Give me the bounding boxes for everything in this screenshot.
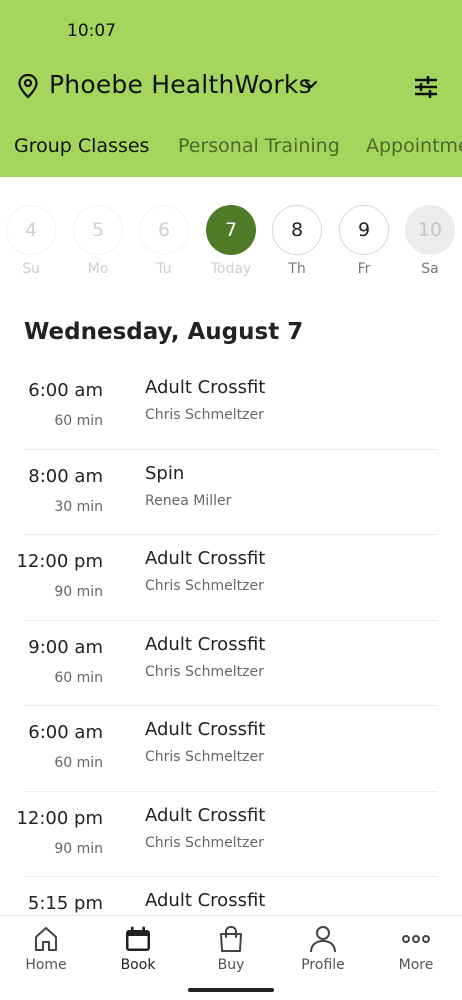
class-duration: 60 min <box>54 413 103 429</box>
nav-label: Book <box>120 957 156 973</box>
tab-appointments[interactable]: Appointments <box>366 135 462 157</box>
day-number: 10 <box>405 205 455 255</box>
more-dots-icon <box>402 935 430 943</box>
class-duration: 60 min <box>54 669 103 686</box>
day-saturday: 10 Sa <box>404 205 456 277</box>
class-list: 6:00 am 60 min Adult Crossfit Chris Schm… <box>0 364 462 915</box>
category-tabs: Group Classes Personal Training Appointm… <box>0 135 462 167</box>
calendar-icon <box>126 926 150 951</box>
chevron-down-icon[interactable] <box>302 78 320 92</box>
day-number: 4 <box>6 205 56 255</box>
class-name: Adult Crossfit <box>145 548 266 569</box>
nav-buy[interactable]: Buy <box>191 924 271 973</box>
class-time: 6:00 am <box>28 380 103 401</box>
class-row[interactable]: 8:00 am 30 min Spin Renea Miller <box>0 450 462 535</box>
class-instructor: Chris Schmeltzer <box>145 749 264 765</box>
day-today[interactable]: 7 Today <box>205 205 257 277</box>
day-number: 9 <box>339 205 389 255</box>
class-duration: 60 min <box>54 755 103 771</box>
class-time: 6:00 am <box>28 722 103 743</box>
class-row[interactable]: 5:15 pm Adult Crossfit <box>0 877 462 915</box>
day-tuesday[interactable]: 6 Tu <box>138 205 190 277</box>
class-duration: 90 min <box>54 840 103 857</box>
tab-group-classes[interactable]: Group Classes <box>14 135 149 157</box>
day-number: 5 <box>73 205 123 255</box>
status-time: 10:07 <box>67 21 116 41</box>
day-friday[interactable]: 9 Fr <box>338 205 390 277</box>
day-label: Mo <box>87 261 109 277</box>
day-selector: 4 Su 5 Mo 6 Tu 7 Today 8 Th 9 Fr 10 Sa <box>0 205 462 285</box>
class-name: Adult Crossfit <box>145 633 266 655</box>
class-instructor: Chris Schmeltzer <box>145 578 264 594</box>
shopping-bag-icon <box>220 925 242 952</box>
day-label: Today <box>210 261 252 277</box>
class-name: Adult Crossfit <box>145 804 266 826</box>
class-instructor: Chris Schmeltzer <box>145 663 264 680</box>
class-row[interactable]: 6:00 am 60 min Adult Crossfit Chris Schm… <box>0 364 462 450</box>
day-label: Su <box>22 261 40 277</box>
day-label: Fr <box>357 261 371 277</box>
nav-label: Home <box>25 957 67 973</box>
nav-label: More <box>398 957 434 973</box>
class-instructor: Chris Schmeltzer <box>145 407 264 423</box>
nav-more[interactable]: More <box>376 924 456 973</box>
class-name: Adult Crossfit <box>145 719 266 740</box>
nav-profile[interactable]: Profile <box>283 924 363 973</box>
class-duration: 90 min <box>54 584 103 600</box>
home-indicator <box>188 988 274 992</box>
gym-name[interactable]: Phoebe HealthWorks <box>49 70 312 99</box>
day-number: 7 <box>206 205 256 255</box>
class-time: 5:15 pm <box>27 893 103 914</box>
class-row[interactable]: 9:00 am 60 min Adult Crossfit Chris Schm… <box>0 621 462 706</box>
class-name: Adult Crossfit <box>145 377 266 398</box>
day-monday[interactable]: 5 Mo <box>72 205 124 277</box>
class-row[interactable]: 12:00 pm 90 min Adult Crossfit Chris Sch… <box>0 792 462 877</box>
app-header: 10:07 Phoebe HealthWorks Group Classes P… <box>0 0 462 177</box>
sliders-icon[interactable] <box>413 75 439 99</box>
class-row[interactable]: 12:00 pm 90 min Adult Crossfit Chris Sch… <box>0 535 462 621</box>
class-instructor: Renea Miller <box>145 492 232 509</box>
class-time: 12:00 pm <box>16 807 103 829</box>
day-label: Th <box>288 261 306 277</box>
day-sunday[interactable]: 4 Su <box>5 205 57 277</box>
class-duration: 30 min <box>54 498 103 515</box>
day-thursday[interactable]: 8 Th <box>271 205 323 277</box>
class-time: 8:00 am <box>28 465 103 487</box>
class-name: Spin <box>145 462 185 484</box>
day-label: Sa <box>421 261 439 277</box>
class-time: 9:00 am <box>28 636 103 658</box>
nav-home[interactable]: Home <box>6 924 86 973</box>
day-number: 6 <box>139 205 189 255</box>
nav-book[interactable]: Book <box>98 924 178 973</box>
class-name: Adult Crossfit <box>145 890 266 911</box>
tab-personal-training[interactable]: Personal Training <box>178 135 340 157</box>
day-label: Tu <box>156 261 172 277</box>
day-number: 8 <box>272 205 322 255</box>
person-icon <box>310 926 336 953</box>
nav-label: Buy <box>217 957 245 973</box>
class-row[interactable]: 6:00 am 60 min Adult Crossfit Chris Schm… <box>0 706 462 792</box>
class-instructor: Chris Schmeltzer <box>145 834 264 851</box>
date-heading: Wednesday, August 7 <box>24 319 304 345</box>
class-time: 12:00 pm <box>16 551 103 572</box>
nav-label: Profile <box>301 957 345 973</box>
location-pin-icon[interactable] <box>16 73 40 99</box>
home-icon <box>35 927 57 951</box>
